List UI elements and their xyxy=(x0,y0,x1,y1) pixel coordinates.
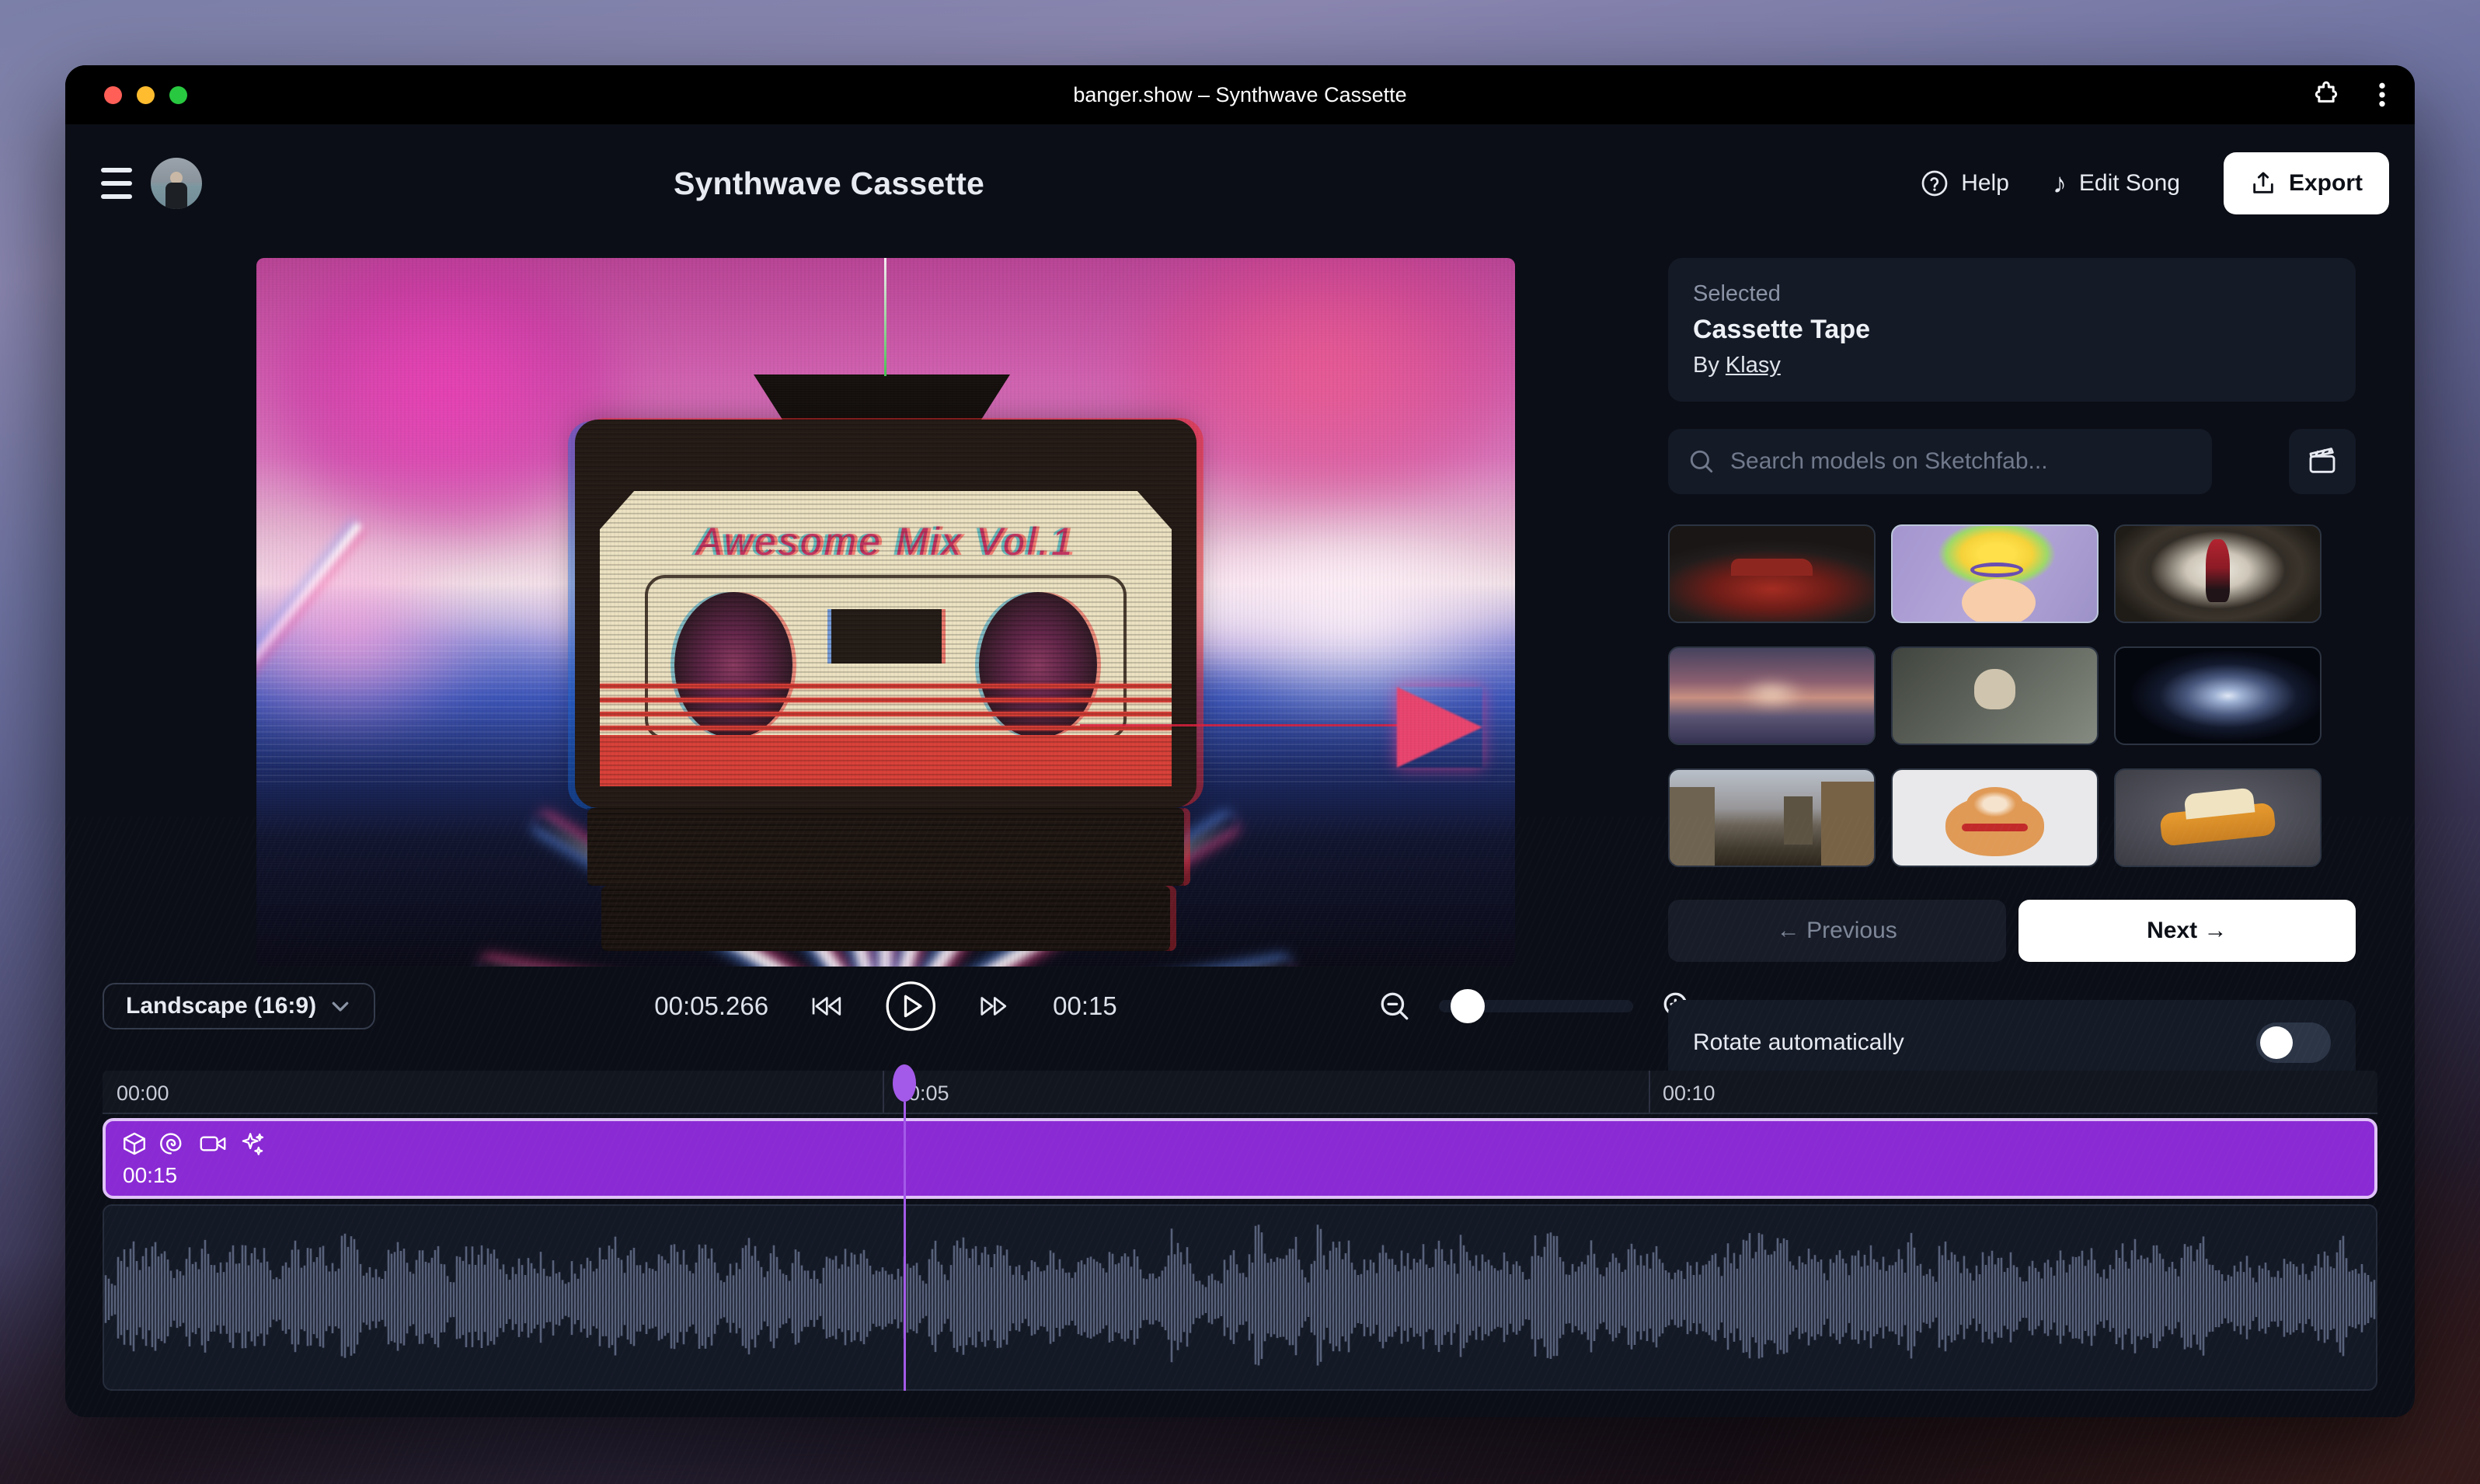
close-window-button[interactable] xyxy=(104,86,122,104)
arrow-left-icon: ← xyxy=(1777,918,1800,943)
play-button[interactable] xyxy=(885,981,936,1032)
ruler-marker: 00:00 xyxy=(117,1082,169,1106)
next-button[interactable]: Next → xyxy=(2018,900,2356,962)
zoom-in-icon[interactable] xyxy=(1661,990,1694,1022)
traffic-lights xyxy=(104,86,187,104)
thumbnail-skull[interactable] xyxy=(1891,646,2099,745)
clip-duration: 00:15 xyxy=(123,1163,177,1188)
browser-menu-icon[interactable] xyxy=(2377,79,2387,110)
previous-button[interactable]: ← Previous xyxy=(1668,900,2006,962)
minimize-window-button[interactable] xyxy=(137,86,155,104)
window-titlebar: banger.show – Synthwave Cassette xyxy=(65,65,2415,124)
current-time: 00:05.266 xyxy=(654,991,768,1021)
selected-model-name: Cassette Tape xyxy=(1693,315,2331,345)
sparkles-icon xyxy=(239,1130,266,1157)
export-icon xyxy=(2250,170,2276,197)
total-time: 00:15 xyxy=(1053,991,1117,1021)
music-note-icon: ♪ xyxy=(2053,169,2067,197)
timeline-zoom-slider[interactable] xyxy=(1439,1000,1633,1012)
model-sidebar: Selected Cassette Tape By Klasy xyxy=(1668,258,2356,1071)
video-preview[interactable]: Awesome Mix Vol.1 xyxy=(256,258,1515,967)
menu-icon[interactable] xyxy=(101,168,132,199)
zoom-out-icon[interactable] xyxy=(1378,990,1411,1022)
thumbnail-stormy-sky-figure[interactable] xyxy=(1668,646,1876,745)
export-button[interactable]: Export xyxy=(2224,152,2389,214)
audio-waveform[interactable] xyxy=(103,1204,2377,1391)
spiral-icon xyxy=(160,1130,186,1157)
thumbnail-anime-girl-glasses[interactable] xyxy=(1891,524,2099,623)
author-link[interactable]: Klasy xyxy=(1726,353,1781,378)
aspect-ratio-select[interactable]: Landscape (16:9) xyxy=(103,983,375,1029)
search-box xyxy=(1668,429,2212,494)
ruler-marker: 00:10 xyxy=(1663,1082,1715,1106)
zoom-slider-knob[interactable] xyxy=(1451,989,1485,1023)
help-icon xyxy=(1921,169,1949,197)
thumbnail-shiba-inu-puppy[interactable] xyxy=(1891,768,2099,867)
timeline: 00:00 00:05 00:10 xyxy=(103,1071,2377,1391)
thumbnail-cartoon-orange-car[interactable] xyxy=(2114,768,2322,867)
my-clips-button[interactable] xyxy=(2289,429,2356,494)
fast-forward-button[interactable] xyxy=(978,993,1011,1019)
desktop-wallpaper: banger.show – Synthwave Cassette Synthwa… xyxy=(0,0,2480,1484)
clapperboard-icon xyxy=(2307,446,2338,477)
rotate-toggle[interactable] xyxy=(2256,1022,2331,1063)
arrow-right-icon: → xyxy=(2203,918,2227,943)
video-camera-icon xyxy=(199,1130,227,1157)
chevron-down-icon xyxy=(329,995,352,1018)
search-input[interactable] xyxy=(1730,448,2192,475)
page-title: Synthwave Cassette xyxy=(674,165,984,202)
edit-song-button[interactable]: ♪ Edit Song xyxy=(2053,169,2180,197)
thumbnail-red-sports-car[interactable] xyxy=(1668,524,1876,623)
selected-model-card: Selected Cassette Tape By Klasy xyxy=(1668,258,2356,402)
playback-controls: Landscape (16:9) 00:05.266 xyxy=(65,975,1669,1037)
rotate-label: Rotate automatically xyxy=(1693,1029,1904,1056)
selected-label: Selected xyxy=(1693,281,2331,307)
zoom-window-button[interactable] xyxy=(169,86,187,104)
thumbnail-old-city-street[interactable] xyxy=(1668,768,1876,867)
timeline-ruler[interactable]: 00:00 00:05 00:10 xyxy=(103,1071,2377,1114)
extensions-icon[interactable] xyxy=(2311,79,2342,110)
rotate-setting-row: Rotate automatically xyxy=(1668,1000,2356,1071)
rewind-button[interactable] xyxy=(810,993,843,1019)
app-header: Synthwave Cassette Help ♪ Edit Song xyxy=(65,124,2415,242)
playhead-line xyxy=(904,1102,906,1391)
help-button[interactable]: Help xyxy=(1921,169,2009,197)
search-icon xyxy=(1688,448,1715,475)
app-window: banger.show – Synthwave Cassette Synthwa… xyxy=(65,65,2415,1417)
scene-clip[interactable]: 00:15 xyxy=(103,1118,2377,1199)
avatar[interactable] xyxy=(151,158,202,209)
thumbnail-spiral-galaxy[interactable] xyxy=(2114,646,2322,745)
thumbnail-red-cloak-warrior[interactable] xyxy=(2114,524,2322,623)
playhead-handle[interactable] xyxy=(893,1064,916,1102)
model-grid xyxy=(1668,524,2356,867)
cube-icon xyxy=(121,1130,148,1157)
window-title: banger.show – Synthwave Cassette xyxy=(1073,83,1406,107)
